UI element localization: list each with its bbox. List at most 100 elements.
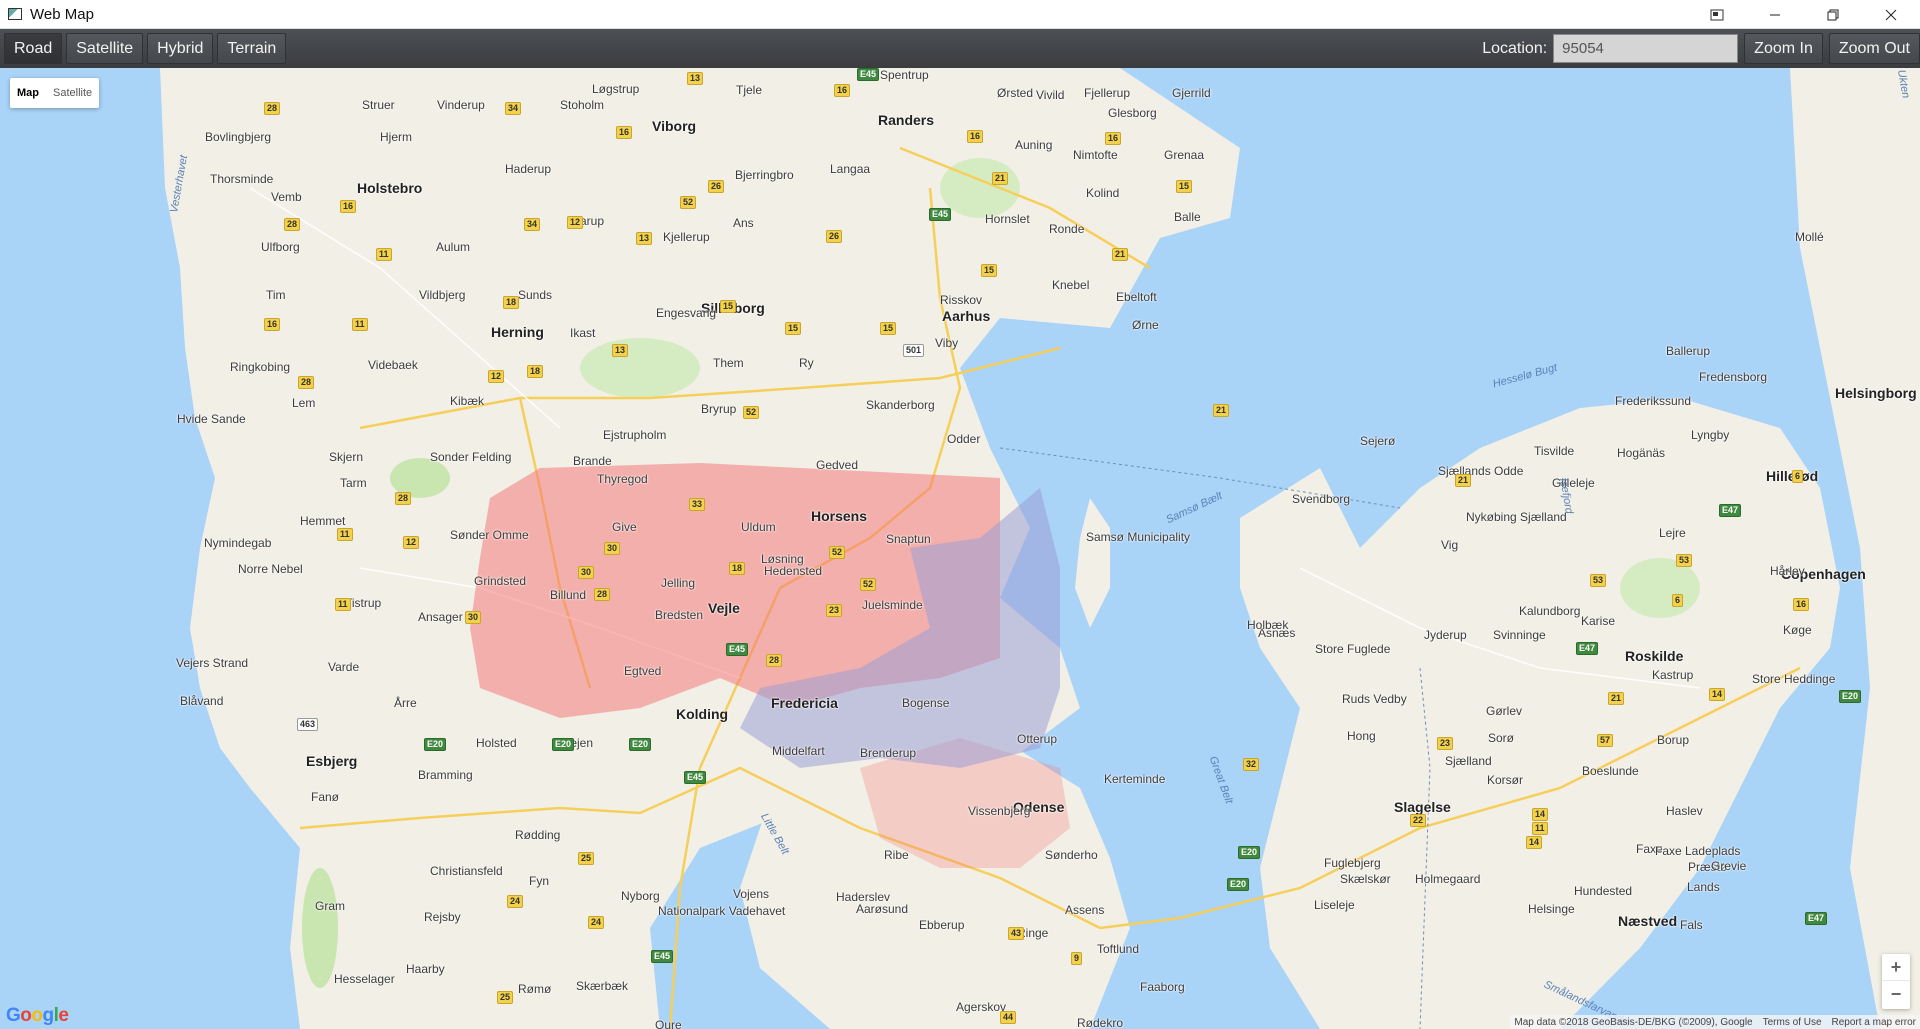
- town-label: Haslev: [1666, 804, 1703, 818]
- road-shield: E45: [857, 68, 880, 81]
- road-shield: 16: [967, 130, 984, 143]
- extra-window-icon[interactable]: [1688, 0, 1746, 29]
- city-label: Aarhus: [942, 308, 991, 324]
- city-label: Slagelse: [1394, 799, 1451, 815]
- road-shield: 501: [903, 344, 925, 357]
- road-shield: 11: [352, 318, 368, 331]
- window-controls: [1688, 0, 1920, 29]
- town-label: Vojens: [733, 887, 770, 901]
- town-label: Odder: [947, 432, 981, 446]
- road-shield: E20: [1839, 690, 1862, 703]
- map-type-satellite-button[interactable]: Satellite: [46, 87, 99, 99]
- road-shield: 30: [578, 566, 595, 579]
- town-label: Agerskov: [956, 1000, 1007, 1014]
- road-shield: 24: [507, 895, 524, 908]
- road-shield: 26: [826, 230, 843, 243]
- town-label: Sjællands Odde: [1438, 464, 1524, 478]
- town-label: Otterup: [1017, 732, 1058, 746]
- map-view[interactable]: Aarhus Odense Copenhagen Esbjerg Horsens…: [0, 68, 1920, 1029]
- road-shield: 16: [264, 318, 281, 331]
- road-shield: 30: [604, 542, 621, 555]
- town-label: Rejsby: [424, 910, 461, 924]
- terrain-button[interactable]: Terrain: [217, 33, 287, 64]
- town-label: Hemmet: [300, 514, 346, 528]
- road-shield: 32: [1243, 758, 1260, 771]
- road-shield: 14: [1526, 836, 1543, 849]
- app-icon: [8, 8, 22, 20]
- zoom-out-button[interactable]: Zoom Out: [1828, 33, 1920, 64]
- town-label: Tarm: [340, 476, 367, 490]
- town-label: Middelfart: [772, 744, 825, 758]
- road-shield: 21: [992, 172, 1009, 185]
- report-link[interactable]: Report a map error: [1832, 1017, 1916, 1028]
- town-label: Nykøbing Sjælland: [1466, 510, 1567, 524]
- road-shield: 16: [834, 84, 851, 97]
- zoom-in-icon[interactable]: +: [1882, 954, 1910, 981]
- town-label: Ejstrupholm: [603, 428, 667, 442]
- town-label: Kerteminde: [1104, 772, 1166, 786]
- hybrid-button[interactable]: Hybrid: [147, 33, 214, 64]
- town-label: Kastrup: [1652, 668, 1694, 682]
- town-label: Vejers Strand: [176, 656, 249, 670]
- town-label: Give: [612, 520, 637, 534]
- road-shield: 15: [1176, 180, 1193, 193]
- road-shield: E47: [1719, 504, 1742, 517]
- town-label: Ansager: [418, 610, 463, 624]
- town-label: Ans: [733, 216, 754, 230]
- road-shield: 21: [1112, 248, 1129, 261]
- city-label: Roskilde: [1625, 648, 1684, 664]
- town-label: Tim: [266, 288, 286, 302]
- terms-link[interactable]: Terms of Use: [1763, 1017, 1822, 1028]
- zoom-in-button[interactable]: Zoom In: [1744, 33, 1823, 64]
- title-bar: Web Map: [0, 0, 1920, 29]
- town-label: Fals: [1680, 918, 1703, 932]
- zoom-out-icon[interactable]: −: [1882, 981, 1910, 1008]
- minimize-icon[interactable]: [1746, 0, 1804, 29]
- road-shield: 33: [689, 498, 706, 511]
- town-label: Grenaa: [1164, 148, 1205, 162]
- road-shield: 16: [1793, 598, 1810, 611]
- location-input[interactable]: [1553, 34, 1739, 63]
- attribution-text: Map data ©2018 GeoBasis-DE/BKG (©2009), …: [1514, 1016, 1753, 1028]
- road-shield: E45: [726, 643, 749, 656]
- town-label: Ørsted: [997, 86, 1034, 100]
- town-label: Christiansfeld: [430, 864, 503, 878]
- road-shield: 6: [1792, 470, 1804, 483]
- restore-icon[interactable]: [1804, 0, 1862, 29]
- town-label: Blåvand: [180, 694, 224, 708]
- town-label: Skjern: [329, 450, 364, 464]
- town-label: Lands: [1687, 880, 1720, 894]
- road-shield: 16: [1105, 132, 1122, 145]
- town-label: Ebberup: [919, 918, 965, 932]
- road-shield: 26: [708, 180, 725, 193]
- town-label: Rødekro: [1077, 1016, 1124, 1029]
- town-label: Egtved: [624, 664, 662, 678]
- road-shield: 30: [465, 611, 482, 624]
- town-label: Faxe Ladeplads: [1655, 844, 1741, 858]
- town-label: Fredensborg: [1699, 370, 1768, 384]
- road-shield: 15: [785, 322, 802, 335]
- town-label: Ulfborg: [261, 240, 300, 254]
- road-shield: 13: [612, 344, 629, 357]
- road-shield: 11: [337, 528, 353, 541]
- town-label: Bovlingbjerg: [205, 130, 272, 144]
- town-label: Bramming: [418, 768, 473, 782]
- road-shield: 16: [340, 200, 357, 213]
- town-label: Vissenbjerg: [968, 804, 1031, 818]
- close-icon[interactable]: [1862, 0, 1920, 29]
- town-label: Sonder Felding: [430, 450, 512, 464]
- satellite-button[interactable]: Satellite: [66, 33, 144, 64]
- town-label: Risskov: [940, 293, 983, 307]
- location-label: Location:: [1482, 39, 1548, 57]
- town-label: Hedensted: [764, 564, 823, 578]
- town-label: Grevie: [1711, 859, 1747, 873]
- city-label: Vejle: [708, 600, 740, 616]
- town-label: Nimtofte: [1073, 148, 1118, 162]
- road-shield: E45: [929, 208, 952, 221]
- town-label: Svendborg: [1292, 492, 1351, 506]
- map-type-map-button[interactable]: Map: [10, 87, 46, 99]
- town-label: Korsør: [1487, 773, 1523, 787]
- road-shield: 28: [298, 376, 315, 389]
- road-shield: 12: [567, 216, 584, 229]
- road-button[interactable]: Road: [4, 33, 63, 64]
